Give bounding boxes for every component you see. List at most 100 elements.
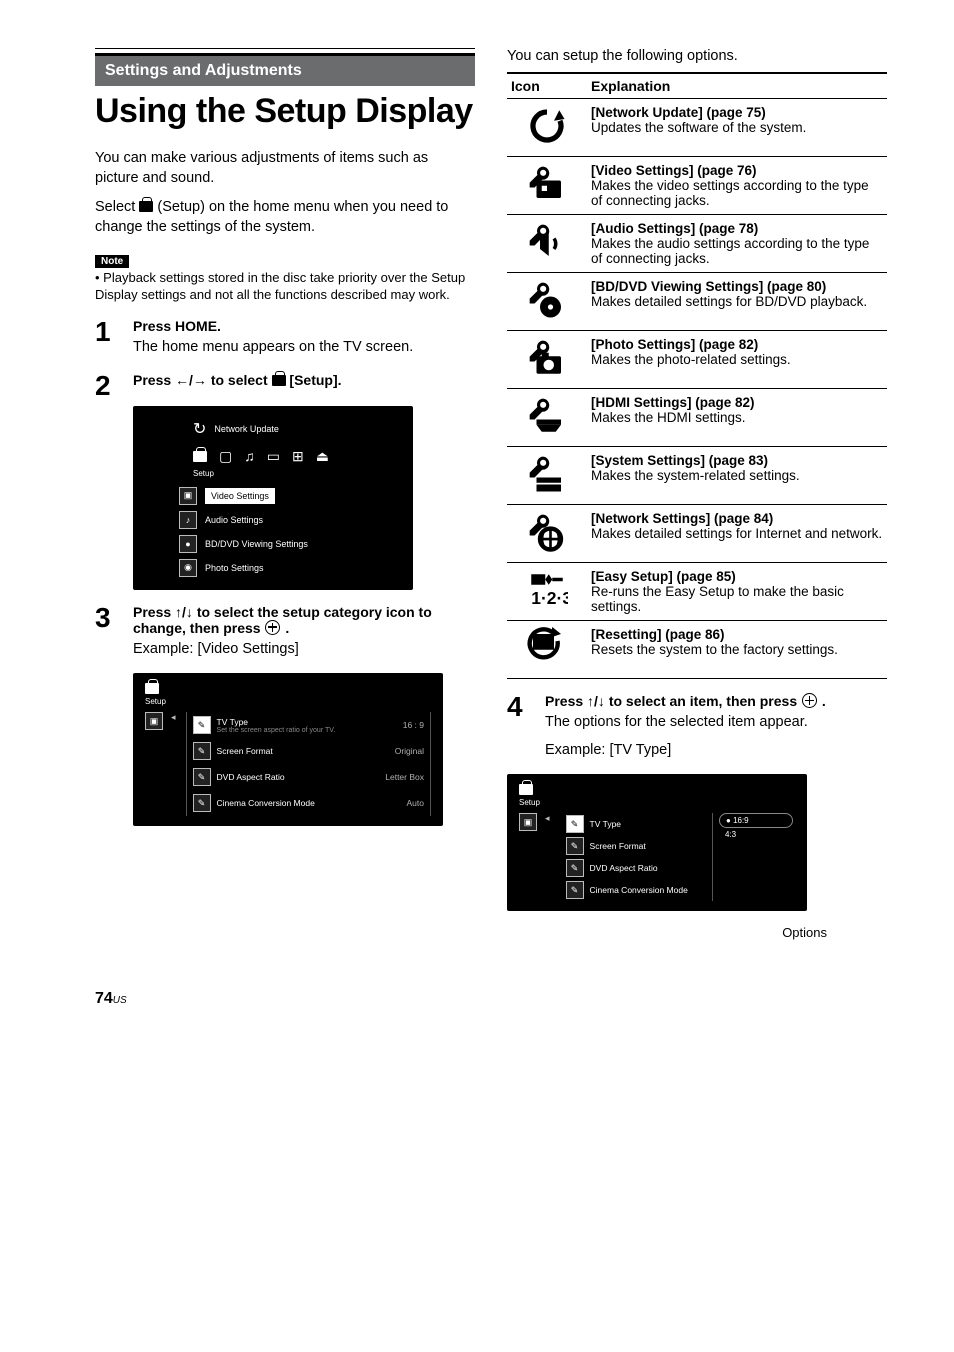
explain-title: [Network Settings] (page 84) [591, 511, 883, 526]
video-icon: ▣ [519, 813, 537, 831]
intro-paragraph-2: Select (Setup) on the home menu when you… [95, 198, 475, 237]
explain-desc: Re-runs the Easy Setup to make the basic… [591, 584, 883, 614]
video-icon: ▣ [145, 712, 163, 730]
explain-title: [BD/DVD Viewing Settings] (page 80) [591, 279, 883, 294]
ss3-setup-label: Setup [145, 697, 431, 706]
table-explanation: [System Settings] (page 83)Makes the sys… [587, 447, 887, 505]
row-icon: ✎ [566, 859, 584, 877]
ss3-row3-value: Auto [407, 798, 425, 808]
ss3-row2-value: Letter Box [385, 772, 424, 782]
section-banner: Settings and Adjustments [95, 53, 475, 86]
ss3-row1-label: Screen Format [217, 746, 273, 756]
step-number: 1 [95, 318, 119, 346]
explain-title: [Easy Setup] (page 85) [591, 569, 883, 584]
setup-icon [272, 375, 286, 386]
caret-icon: ◂ [541, 813, 554, 824]
step-1-heading: Press HOME. [133, 318, 475, 334]
explain-title: [Photo Settings] (page 82) [591, 337, 883, 352]
ss3-row0-value: 16 : 9 [403, 720, 424, 730]
intro-paragraph-1: You can make various adjustments of item… [95, 149, 475, 188]
explain-desc: Makes the audio settings according to th… [591, 236, 883, 266]
step-3-heading: Press ↑/↓ to select the setup category i… [133, 604, 475, 636]
explanation-table: Icon Explanation [Network Update] (page … [507, 72, 887, 679]
table-explanation: [Easy Setup] (page 85)Re-runs the Easy S… [587, 563, 887, 621]
page-region: US [113, 995, 127, 1006]
page-number: 74US [95, 990, 127, 1007]
intro-p2-before: Select [95, 199, 139, 215]
ss3-row2-label: DVD Aspect Ratio [217, 772, 285, 782]
row-icon: ✎ [193, 742, 211, 760]
step-3: 3 Press ↑/↓ to select the setup category… [95, 604, 475, 668]
note-body: Playback settings stored in the disc tak… [95, 270, 475, 304]
explain-desc: Makes the system-related settings. [591, 468, 883, 483]
page-title: Using the Setup Display [95, 92, 475, 131]
step-4-text: . [818, 693, 826, 709]
ss2-audio: Audio Settings [205, 515, 263, 525]
table-row: [HDMI Settings] (page 82)Makes the HDMI … [507, 389, 887, 447]
setup-icon [519, 784, 533, 795]
table-row: [Audio Settings] (page 78)Makes the audi… [507, 215, 887, 273]
table-header-explanation: Explanation [587, 73, 887, 99]
enter-button-icon [265, 620, 280, 635]
note-label: Note [95, 255, 129, 268]
step-4-body: The options for the selected item appear… [545, 713, 887, 733]
table-row: [Video Settings] (page 76)Makes the vide… [507, 157, 887, 215]
table-explanation: [Network Update] (page 75)Updates the so… [587, 99, 887, 157]
ss4-row2: DVD Aspect Ratio [590, 863, 658, 873]
ss3-row3-label: Cinema Conversion Mode [217, 798, 315, 808]
home-menu-screenshot: ↻ Network Update ▢ ♫ ▭ ⊞ ⏏ Setup ▣ Video… [133, 406, 413, 590]
table-explanation: [Video Settings] (page 76)Makes the vide… [587, 157, 887, 215]
options-caption: Options [507, 925, 827, 940]
video-settings-icon [507, 157, 587, 215]
setup-icon [139, 201, 153, 212]
table-header-icon: Icon [507, 73, 587, 99]
ss4-option-selected: ● 16:9 [719, 813, 793, 828]
step-1: 1 Press HOME. The home menu appears on t… [95, 318, 475, 366]
ss3-row0-label: TV Type [217, 717, 336, 727]
step-4: 4 Press ↑/↓ to select an item, then pres… [507, 693, 887, 768]
step-2-heading: Press ←/→ to select [Setup]. [133, 372, 475, 388]
network-update-icon [507, 99, 587, 157]
table-explanation: [BD/DVD Viewing Settings] (page 80)Makes… [587, 273, 887, 331]
up-down-arrows: ↑/↓ [587, 693, 605, 709]
row-icon: ✎ [193, 768, 211, 786]
table-row: [BD/DVD Viewing Settings] (page 80)Makes… [507, 273, 887, 331]
audio-settings-icon: ♪ [179, 511, 197, 529]
svg-text:1·2·3: 1·2·3 [531, 588, 568, 608]
step-2-text: [Setup]. [286, 372, 342, 388]
music-home-icon: ♫ [244, 448, 255, 464]
table-row: [Network Update] (page 75)Updates the so… [507, 99, 887, 157]
row-icon: ✎ [566, 815, 584, 833]
ss4-option-1: 4:3 [719, 828, 789, 841]
resetting-icon [507, 621, 587, 679]
section-top-rule [95, 48, 475, 49]
step-number: 4 [507, 693, 531, 721]
explain-desc: Makes the video settings according to th… [591, 178, 883, 208]
row-icon: ✎ [193, 794, 211, 812]
input-home-icon: ⏏ [316, 448, 329, 465]
explain-title: [HDMI Settings] (page 82) [591, 395, 883, 410]
ss4-row1: Screen Format [590, 841, 646, 851]
option-0-label: 16:9 [733, 816, 749, 825]
photo-home-icon: ▢ [219, 448, 232, 465]
explain-desc: Makes the photo-related settings. [591, 352, 883, 367]
bddvd-settings-icon: ● [179, 535, 197, 553]
step-3-text: Press [133, 604, 175, 620]
easy-setup-icon: 1·2·3 [507, 563, 587, 621]
step-2-text: Press [133, 372, 175, 388]
step-4-text: Press [545, 693, 587, 709]
enter-button-icon [802, 693, 817, 708]
setup-home-icon [193, 451, 207, 462]
table-row: [System Settings] (page 83)Makes the sys… [507, 447, 887, 505]
table-explanation: [Audio Settings] (page 78)Makes the audi… [587, 215, 887, 273]
explain-desc: Updates the software of the system. [591, 120, 883, 135]
up-down-arrows: ↑/↓ [175, 604, 193, 620]
hdmi-settings-icon [507, 389, 587, 447]
explain-title: [Video Settings] (page 76) [591, 163, 883, 178]
explain-title: [Network Update] (page 75) [591, 105, 883, 120]
explain-desc: Makes detailed settings for BD/DVD playb… [591, 294, 883, 309]
table-explanation: [Photo Settings] (page 82)Makes the phot… [587, 331, 887, 389]
video-settings-screenshot: Setup ▣ ◂ ✎ TV Type Set the screen aspec… [133, 673, 443, 826]
step-1-body: The home menu appears on the TV screen. [133, 338, 475, 358]
table-row: 1·2·3 [Easy Setup] (page 85)Re-runs the E… [507, 563, 887, 621]
